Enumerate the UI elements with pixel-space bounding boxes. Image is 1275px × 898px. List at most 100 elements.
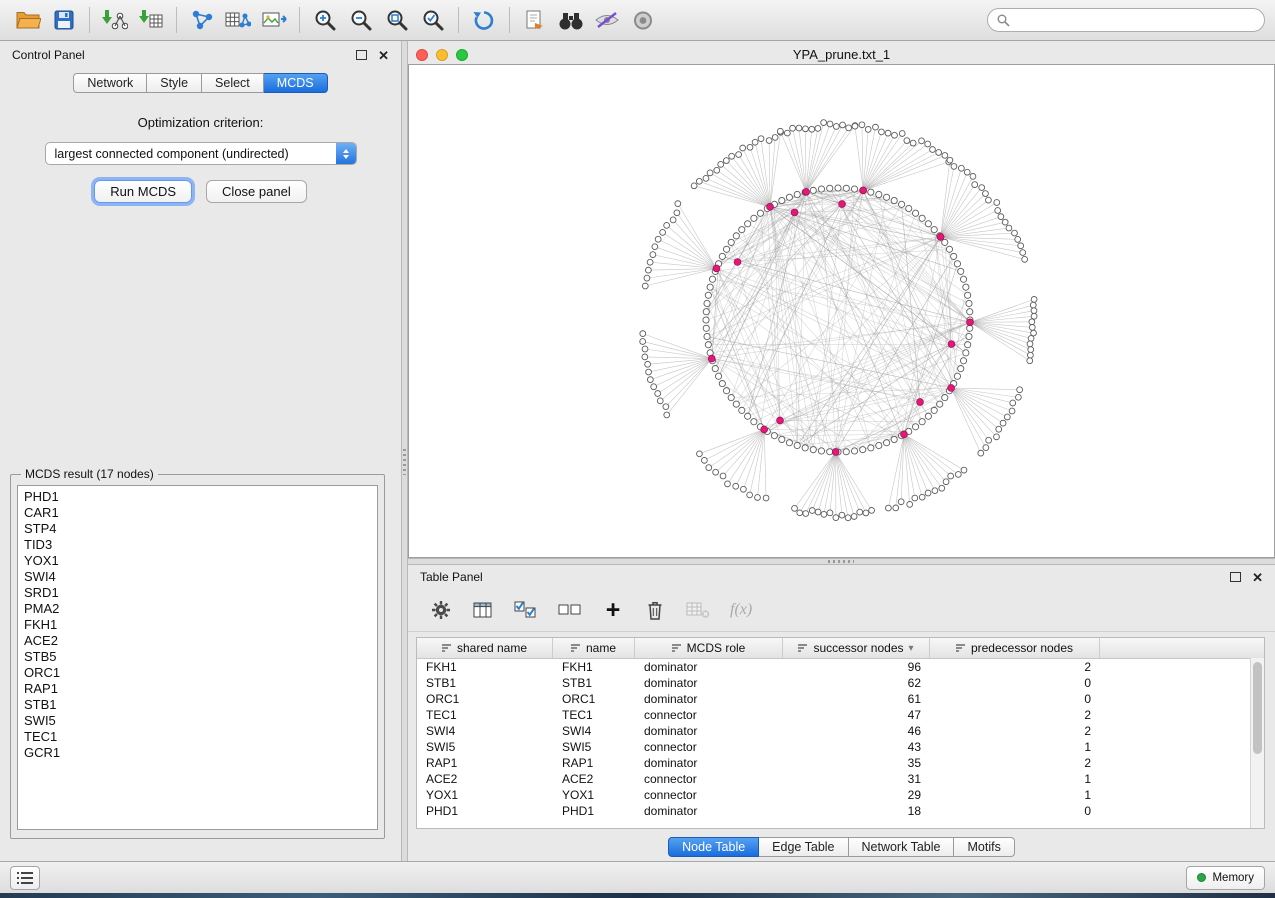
table-cell: SWI5 xyxy=(417,740,553,754)
close-panel-icon[interactable]: ✕ xyxy=(378,49,389,62)
table-row[interactable]: SWI4SWI4dominator462 xyxy=(417,723,1264,739)
network-canvas[interactable] xyxy=(408,64,1275,558)
tab-mcds[interactable]: MCDS xyxy=(264,73,328,93)
deselect-all-button[interactable] xyxy=(558,597,582,623)
mcds-result-list[interactable]: PHD1CAR1STP4TID3YOX1SWI4SRD1PMA2FKH1ACE2… xyxy=(17,485,378,830)
column-header-shared-name[interactable]: shared name xyxy=(417,638,553,658)
table-scrollbar[interactable] xyxy=(1250,658,1264,828)
fx-icon: f(x) xyxy=(730,601,752,619)
minimize-window-icon[interactable] xyxy=(436,49,448,61)
table-cell: dominator xyxy=(635,756,783,770)
save-session-button[interactable] xyxy=(46,4,82,36)
new-network-button[interactable] xyxy=(184,4,220,36)
table-row[interactable]: STB1STB1dominator620 xyxy=(417,675,1264,691)
column-header-mcds-role[interactable]: MCDS role xyxy=(635,638,783,658)
select-all-button[interactable] xyxy=(514,597,538,623)
run-mcds-button[interactable]: Run MCDS xyxy=(94,180,192,203)
open-session-button[interactable] xyxy=(10,4,46,36)
zoom-fit-button[interactable] xyxy=(379,4,415,36)
add-function-button[interactable]: + xyxy=(602,597,624,623)
criterion-dropdown[interactable]: largest connected component (undirected) xyxy=(45,142,357,165)
horizontal-splitter[interactable] xyxy=(408,558,1275,565)
float-panel-icon[interactable] xyxy=(356,50,367,60)
sort-icon xyxy=(571,643,581,653)
table-row[interactable]: RAP1RAP1dominator352 xyxy=(417,755,1264,771)
mcds-result-item[interactable]: ACE2 xyxy=(24,633,371,649)
float-panel-icon[interactable] xyxy=(1230,572,1241,582)
table-network-icon xyxy=(225,9,251,31)
column-header-successor-nodes[interactable]: successor nodes▾ xyxy=(783,638,930,658)
zoom-in-button[interactable] xyxy=(307,4,343,36)
mcds-result-item[interactable]: FKH1 xyxy=(24,617,371,633)
mcds-result-item[interactable]: STB1 xyxy=(24,697,371,713)
zoom-out-button[interactable] xyxy=(343,4,379,36)
mcds-result-item[interactable]: SRD1 xyxy=(24,585,371,601)
hide-graphics-details-button[interactable] xyxy=(589,4,625,36)
mcds-result-item[interactable]: SWI4 xyxy=(24,569,371,585)
mcds-result-item[interactable]: STB5 xyxy=(24,649,371,665)
table-panel-tabs: Node TableEdge TableNetwork TableMotifs xyxy=(408,837,1275,857)
mcds-result-item[interactable]: TEC1 xyxy=(24,729,371,745)
search-box[interactable] xyxy=(987,8,1265,32)
vertical-splitter[interactable] xyxy=(401,41,408,861)
task-history-button[interactable] xyxy=(10,866,40,890)
memory-button[interactable]: Memory xyxy=(1186,866,1265,890)
binoculars-icon xyxy=(557,10,585,31)
close-panel-icon[interactable]: ✕ xyxy=(1252,571,1263,584)
search-network-button[interactable] xyxy=(553,4,589,36)
table-settings-button[interactable] xyxy=(430,597,452,623)
export-image-button[interactable] xyxy=(256,4,292,36)
tab-edge-table[interactable]: Edge Table xyxy=(759,837,848,857)
mcds-result-item[interactable]: PHD1 xyxy=(24,489,371,505)
zoom-selected-button[interactable] xyxy=(415,4,451,36)
column-header-name[interactable]: name xyxy=(553,638,635,658)
search-input[interactable] xyxy=(1016,12,1255,28)
table-cell: SWI4 xyxy=(417,724,553,738)
toolbar-separator xyxy=(89,7,90,33)
splitter-grip xyxy=(828,560,854,563)
mcds-result-item[interactable]: STP4 xyxy=(24,521,371,537)
tab-network-table[interactable]: Network Table xyxy=(849,837,955,857)
mcds-result-item[interactable]: TID3 xyxy=(24,537,371,553)
mcds-result-item[interactable]: SWI5 xyxy=(24,713,371,729)
mcds-result-item[interactable]: CAR1 xyxy=(24,505,371,521)
network-window-titlebar: YPA_prune.txt_1 xyxy=(408,45,1275,64)
close-panel-button[interactable]: Close panel xyxy=(206,180,307,203)
tab-network[interactable]: Network xyxy=(73,73,147,93)
table-row[interactable]: TEC1TEC1connector472 xyxy=(417,707,1264,723)
tab-motifs[interactable]: Motifs xyxy=(954,837,1014,857)
table-row[interactable]: ACE2ACE2connector311 xyxy=(417,771,1264,787)
column-header-filler xyxy=(1100,638,1264,658)
table-row[interactable]: ORC1ORC1dominator610 xyxy=(417,691,1264,707)
table-cell: RAP1 xyxy=(553,756,635,770)
delete-selected-button[interactable] xyxy=(644,597,666,623)
show-graphics-details-button[interactable] xyxy=(625,4,661,36)
apply-layout-button[interactable] xyxy=(466,4,502,36)
maximize-window-icon[interactable] xyxy=(456,49,468,61)
show-hide-columns-button[interactable] xyxy=(472,597,494,623)
mcds-result-item[interactable]: PMA2 xyxy=(24,601,371,617)
tab-node-table[interactable]: Node Table xyxy=(668,837,759,857)
mcds-result-item[interactable]: YOX1 xyxy=(24,553,371,569)
table-cell: 1 xyxy=(930,740,1100,754)
import-table-from-file-button[interactable] xyxy=(133,4,169,36)
mcds-result-item[interactable]: ORC1 xyxy=(24,665,371,681)
scrollbar-thumb[interactable] xyxy=(1253,662,1262,754)
new-network-from-table-button[interactable] xyxy=(220,4,256,36)
tab-select[interactable]: Select xyxy=(202,73,264,93)
column-filter-icon[interactable]: ▾ xyxy=(909,643,914,654)
close-window-icon[interactable] xyxy=(416,49,428,61)
table-header: shared namenameMCDS rolesuccessor nodes▾… xyxy=(417,638,1264,659)
table-row[interactable]: SWI5SWI5connector431 xyxy=(417,739,1264,755)
trash-icon xyxy=(646,600,664,621)
table-row[interactable]: YOX1YOX1connector291 xyxy=(417,787,1264,803)
copy-document-button[interactable] xyxy=(517,4,553,36)
import-network-from-file-button[interactable] xyxy=(97,4,133,36)
mcds-result-item[interactable]: GCR1 xyxy=(24,745,371,761)
table-row[interactable]: PHD1PHD1dominator180 xyxy=(417,803,1264,819)
mcds-result-item[interactable]: RAP1 xyxy=(24,681,371,697)
table-cell: ACE2 xyxy=(417,772,553,786)
column-header-predecessor-nodes[interactable]: predecessor nodes xyxy=(930,638,1100,658)
table-row[interactable]: FKH1FKH1dominator962 xyxy=(417,659,1264,675)
tab-style[interactable]: Style xyxy=(147,73,202,93)
